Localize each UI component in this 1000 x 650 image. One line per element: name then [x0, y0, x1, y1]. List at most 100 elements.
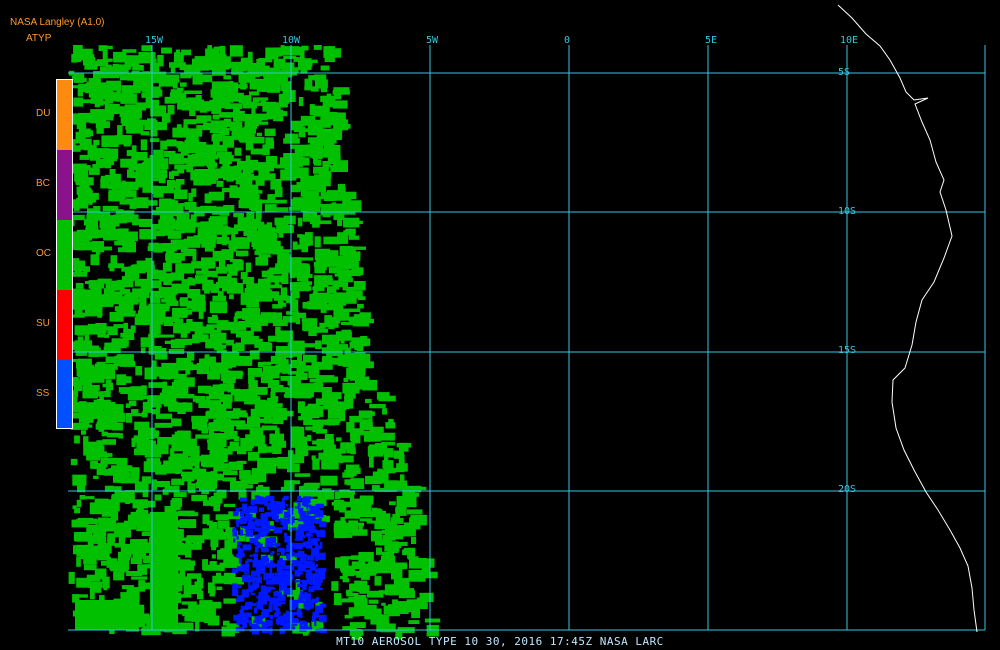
- ss-pixel: [277, 528, 280, 533]
- oc-pixel: [75, 283, 84, 289]
- ss-pixel: [300, 524, 307, 527]
- oc-pixel: [215, 514, 229, 521]
- oc-pixel: [74, 340, 93, 352]
- oc-pixel: [106, 499, 112, 507]
- oc-pixel: [224, 103, 242, 109]
- oc-pixel: [294, 263, 310, 274]
- oc-pixel: [300, 281, 312, 285]
- oc-pixel: [358, 524, 363, 532]
- oc-pixel: [126, 413, 133, 423]
- ss-pixel: [294, 618, 298, 622]
- oc-pixel: [159, 214, 166, 221]
- oc-pixel: [359, 419, 372, 431]
- oc-pixel: [174, 204, 179, 213]
- oc-pixel: [188, 604, 200, 610]
- oc-pixel: [93, 139, 100, 146]
- oc-pixel: [338, 193, 345, 197]
- ss-pixel: [256, 595, 265, 599]
- oc-pixel: [377, 518, 388, 526]
- oc-pixel: [183, 124, 188, 136]
- ss-pixel: [289, 527, 297, 531]
- ss-pixel: [248, 560, 258, 563]
- oc-pixel: [168, 143, 176, 147]
- oc-pixel: [277, 254, 291, 265]
- oc-pixel: [148, 397, 157, 408]
- ss-pixel: [277, 553, 280, 556]
- lat-label-5s: 5S: [838, 67, 851, 78]
- oc-pixel: [206, 258, 216, 268]
- oc-pixel: [303, 406, 316, 417]
- oc-pixel: [214, 449, 219, 457]
- oc-pixel: [188, 192, 193, 202]
- oc-pixel: [213, 54, 227, 67]
- ss-pixel: [280, 501, 286, 509]
- lon-label-5w: 5W: [426, 35, 439, 46]
- oc-pixel: [326, 93, 332, 105]
- ss-pixel: [262, 523, 268, 530]
- oc-pixel: [70, 458, 78, 466]
- oc-pixel: [153, 244, 163, 253]
- oc-pixel: [75, 131, 86, 144]
- ss-pixel: [240, 517, 246, 524]
- oc-pixel: [75, 180, 93, 184]
- oc-pixel: [213, 303, 218, 308]
- oc-pixel: [222, 305, 227, 311]
- ss-pixel: [267, 507, 271, 511]
- oc-pixel: [341, 322, 354, 325]
- oc-pixel: [177, 408, 186, 414]
- ss-pixel: [315, 504, 323, 508]
- ss-pixel: [300, 625, 308, 628]
- oc-pixel: [406, 509, 423, 515]
- ss-pixel: [283, 495, 289, 501]
- oc-pixel: [126, 55, 144, 64]
- oc-pixel: [180, 472, 194, 477]
- oc-pixel: [381, 602, 386, 606]
- oc-pixel: [280, 81, 292, 91]
- ss-pixel: [235, 616, 240, 619]
- oc-pixel: [293, 57, 300, 62]
- oc-pixel: [81, 496, 95, 500]
- ss-pixel: [273, 591, 282, 597]
- oc-pixel: [131, 576, 148, 580]
- organic-carbon-aerosol-area: [68, 45, 441, 640]
- oc-pixel: [329, 317, 339, 328]
- oc-pixel: [82, 384, 91, 391]
- oc-pixel: [364, 434, 371, 442]
- oc-pixel: [311, 152, 329, 156]
- oc-pixel: [171, 418, 182, 427]
- oc-pixel: [183, 589, 191, 596]
- oc-pixel: [155, 413, 173, 419]
- oc-pixel: [249, 91, 259, 96]
- ss-pixel: [298, 531, 302, 537]
- oc-pixel: [342, 578, 350, 583]
- oc-pixel: [357, 303, 364, 309]
- oc-pixel: [150, 512, 178, 630]
- ss-pixel: [299, 611, 303, 618]
- oc-pixel: [217, 151, 232, 158]
- oc-pixel: [118, 107, 131, 111]
- oc-pixel: [344, 308, 361, 312]
- oc-pixel: [284, 480, 295, 491]
- oc-pixel: [320, 65, 330, 71]
- oc-pixel: [212, 114, 220, 120]
- ss-pixel: [315, 628, 323, 633]
- ss-pixel: [279, 627, 283, 635]
- oc-pixel: [260, 446, 275, 453]
- oc-pixel: [210, 283, 219, 293]
- oc-pixel: [175, 463, 180, 475]
- oc-pixel: [360, 384, 370, 390]
- ss-pixel: [258, 591, 264, 596]
- ss-pixel: [319, 587, 323, 591]
- oc-pixel: [80, 165, 91, 171]
- oc-pixel: [298, 97, 304, 107]
- oc-pixel: [321, 387, 332, 399]
- oc-pixel: [139, 229, 157, 240]
- oc-pixel: [239, 114, 258, 120]
- oc-pixel: [198, 308, 204, 319]
- oc-pixel: [264, 128, 276, 137]
- oc-pixel: [191, 415, 209, 423]
- oc-pixel: [103, 58, 113, 62]
- oc-pixel: [258, 58, 273, 63]
- oc-pixel: [155, 348, 167, 353]
- oc-pixel: [209, 588, 216, 594]
